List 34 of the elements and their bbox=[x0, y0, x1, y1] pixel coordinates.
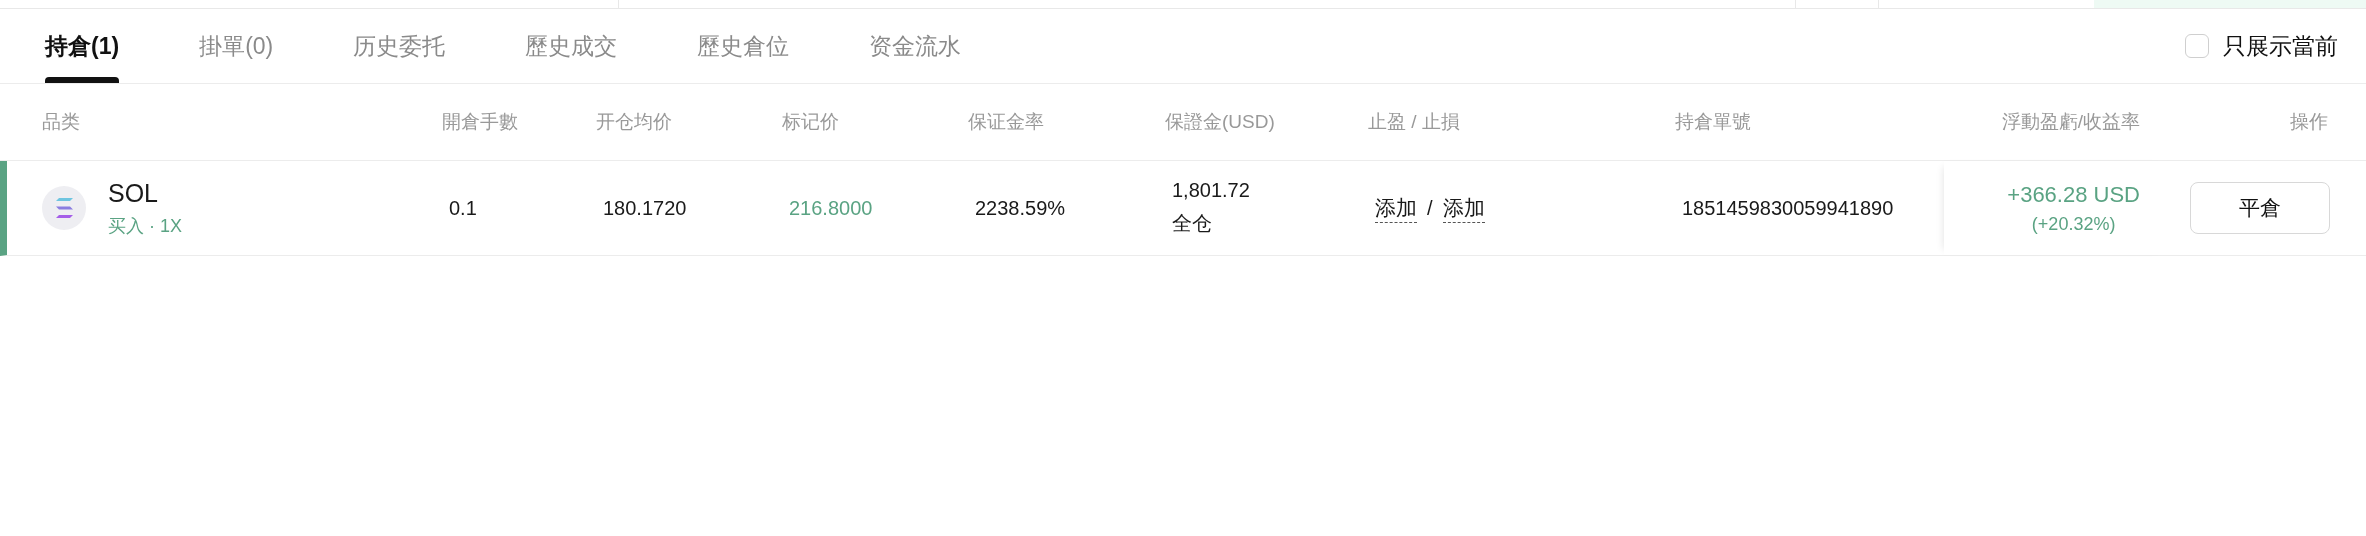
column-header: 持倉單號 bbox=[1675, 111, 1751, 132]
table-cell: 2238.59% bbox=[975, 196, 1066, 219]
table-cell: 180.1720 bbox=[603, 196, 687, 219]
column-header: 開倉手數 bbox=[442, 111, 518, 132]
table-cell: 1851459830059941890 bbox=[1682, 196, 1894, 219]
column-header: 操作 bbox=[2290, 110, 2328, 134]
column-header: 品类 bbox=[42, 111, 80, 132]
pnl-value: +366.28 USD bbox=[2007, 181, 2140, 208]
margin-mode: 全仓 bbox=[1172, 211, 1213, 236]
pnl-rate: (+20.32%) bbox=[2031, 213, 2116, 235]
tab[interactable]: 持倉(1) bbox=[45, 9, 120, 83]
close-button[interactable]: 平倉 bbox=[2190, 182, 2330, 234]
separator: / bbox=[1427, 196, 1433, 220]
tab[interactable]: 掛單(0) bbox=[199, 9, 274, 83]
checkbox-label: 只展示當前 bbox=[2223, 31, 2338, 61]
table-cell: 0.1 bbox=[449, 196, 477, 219]
column-header: 保證金(USD) bbox=[1165, 111, 1275, 132]
tab[interactable]: 歷史倉位 bbox=[697, 9, 790, 83]
coin-icon bbox=[42, 186, 86, 230]
column-header: 止盈 / 止損 bbox=[1368, 111, 1460, 132]
table-cell-text: 1,801.72 bbox=[1172, 179, 1251, 202]
table-cell: 216.8000 bbox=[789, 196, 873, 219]
column-header: 浮動盈虧/收益率 bbox=[2001, 110, 2140, 134]
column-header: 标记价 bbox=[782, 111, 839, 132]
tab[interactable]: 歷史成交 bbox=[525, 9, 618, 83]
column-header: 保证金率 bbox=[968, 111, 1044, 132]
add-link[interactable]: 添加 bbox=[1375, 193, 1417, 223]
column-header: 开仓均价 bbox=[596, 111, 672, 132]
tab[interactable]: 历史委托 bbox=[353, 9, 446, 83]
checkbox[interactable] bbox=[2185, 34, 2209, 58]
add-link[interactable]: 添加 bbox=[1442, 193, 1485, 223]
symbol: SOL bbox=[108, 178, 160, 208]
tab[interactable]: 资金流水 bbox=[869, 9, 962, 83]
position-side: 买入 · 1X bbox=[108, 214, 182, 238]
